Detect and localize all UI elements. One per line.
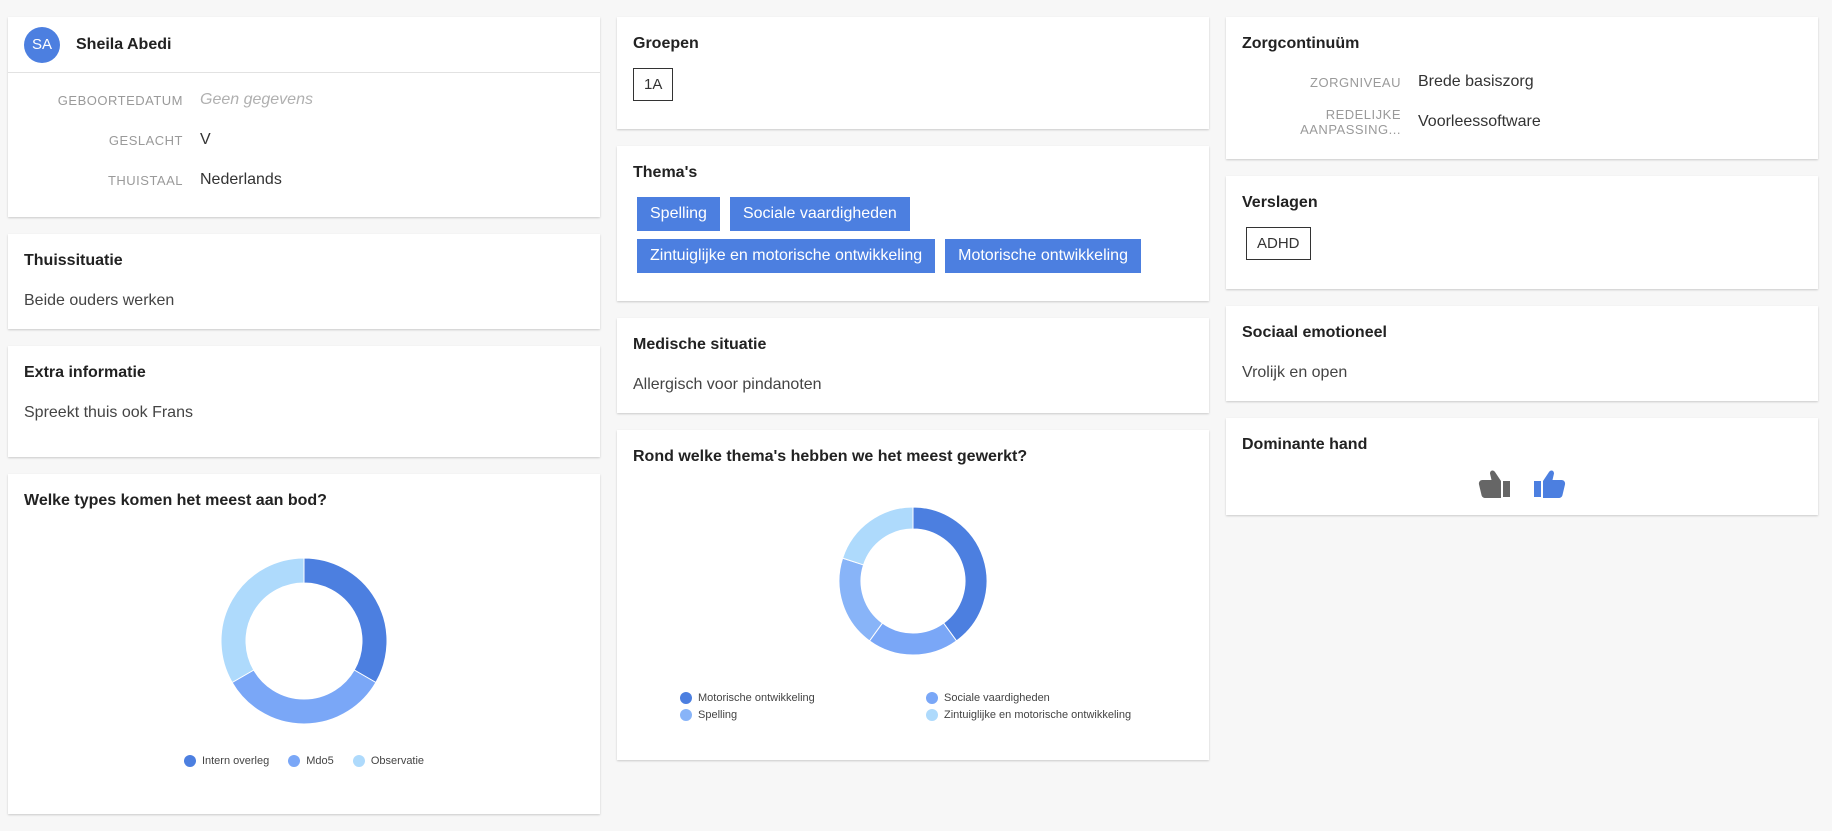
field-thuistaal: THUISTAAL Nederlands bbox=[8, 160, 600, 200]
legend-label: Motorische ontwikkeling bbox=[698, 692, 815, 704]
thuissituatie-card: Thuissituatie Beide ouders werken bbox=[8, 234, 600, 329]
legend-item: Mdo5 bbox=[288, 755, 334, 767]
legend-dot bbox=[352, 755, 365, 767]
card-title: Medische situatie bbox=[633, 336, 767, 353]
legend-item: Motorische ontwikkeling bbox=[680, 692, 926, 704]
legend-item: Sociale vaardigheden bbox=[926, 692, 1166, 704]
avatar: SA bbox=[24, 26, 60, 63]
card-title: Zorgcontinuüm bbox=[1242, 35, 1360, 52]
field-label: GEBOORTEDATUM bbox=[57, 92, 183, 108]
legend-dot bbox=[680, 692, 692, 704]
donut-slice-zintuiglijke-en-motorische-ontwikkeling[interactable] bbox=[841, 506, 914, 566]
card-text: Vrolijk en open bbox=[1242, 364, 1348, 381]
types-chart-card: Welke types komen het meest aan bod? Int… bbox=[8, 474, 600, 814]
field-redelijke-aanpassing: REDELIJKE AANPASSING... Voorleessoftware bbox=[1226, 102, 1818, 142]
card-text: Spreekt thuis ook Frans bbox=[24, 404, 193, 421]
field-label: THUISTAAL bbox=[107, 172, 183, 188]
group-tag[interactable]: 1A bbox=[633, 68, 674, 101]
profile-name: Sheila Abedi bbox=[76, 35, 172, 53]
groepen-card: Groepen 1A bbox=[617, 17, 1209, 129]
medische-situatie-card: Medische situatie Allergisch voor pindan… bbox=[617, 318, 1209, 413]
field-label: ZORGNIVEAU bbox=[1310, 74, 1401, 90]
field-label: GESLACHT bbox=[108, 132, 183, 148]
theme-tag[interactable]: Spelling bbox=[637, 197, 720, 231]
report-tag[interactable]: ADHD bbox=[1246, 227, 1311, 260]
legend-label: Spelling bbox=[698, 709, 738, 721]
donut-slice-mdo5[interactable] bbox=[231, 669, 377, 725]
legend-label: Zintuiglijke en motorische ontwikkeling bbox=[944, 709, 1132, 721]
card-title: Thuissituatie bbox=[24, 252, 123, 269]
verslagen-card: Verslagen ADHD bbox=[1226, 176, 1818, 289]
field-value: Brede basiszorg bbox=[1418, 73, 1534, 90]
legend-dot bbox=[288, 755, 301, 767]
legend-dot bbox=[680, 709, 692, 721]
theme-tag[interactable]: Zintuiglijke en motorische ontwikkeling bbox=[637, 239, 936, 273]
legend-item: Zintuiglijke en motorische ontwikkeling bbox=[926, 709, 1166, 721]
donut-slice-intern-overleg[interactable] bbox=[303, 557, 388, 684]
donut-slice-sociale-vaardigheden[interactable] bbox=[868, 622, 958, 656]
profile-header: SA Sheila Abedi bbox=[8, 17, 600, 73]
thumbs-up-right-icon[interactable] bbox=[1532, 467, 1568, 504]
chart-title: Rond welke thema's hebben we het meest g… bbox=[633, 448, 1028, 465]
card-text: Beide ouders werken bbox=[24, 292, 175, 309]
card-title: Thema's bbox=[633, 164, 698, 181]
card-title: Verslagen bbox=[1242, 194, 1318, 211]
thumbs-up-left-icon[interactable] bbox=[1476, 467, 1512, 504]
field-geslacht: GESLACHT V bbox=[8, 120, 600, 160]
column-left: SA Sheila Abedi GEBOORTEDATUM Geen gegev… bbox=[8, 17, 600, 831]
themas-card: Thema's Spelling Sociale vaardigheden Zin… bbox=[617, 146, 1209, 301]
theme-tag[interactable]: Sociale vaardigheden bbox=[729, 197, 910, 231]
legend-label: Sociale vaardigheden bbox=[944, 692, 1050, 704]
card-text: Allergisch voor pindanoten bbox=[633, 376, 822, 393]
field-zorgniveau: ZORGNIVEAU Brede basiszorg bbox=[1226, 62, 1818, 102]
card-title: Sociaal emotioneel bbox=[1242, 324, 1387, 341]
chart-title: Welke types komen het meest aan bod? bbox=[24, 492, 327, 509]
donut-slice-spelling[interactable] bbox=[838, 557, 884, 642]
legend-dot bbox=[183, 755, 196, 767]
theme-tag[interactable]: Motorische ontwikkeling bbox=[945, 239, 1141, 273]
legend-label: Observatie bbox=[370, 755, 425, 767]
column-middle: Groepen 1A Thema's Spelling Sociale vaard… bbox=[617, 17, 1209, 777]
types-donut-chart bbox=[220, 557, 388, 725]
themas-donut-chart bbox=[838, 506, 988, 656]
field-value: V bbox=[200, 131, 211, 148]
card-title: Groepen bbox=[633, 35, 699, 52]
legend-item: Intern overleg bbox=[183, 755, 270, 767]
legend-dot bbox=[926, 709, 938, 721]
field-geboortedatum: GEBOORTEDATUM Geen gegevens bbox=[8, 80, 600, 120]
legend-label: Intern overleg bbox=[201, 755, 270, 767]
donut-slice-motorische-ontwikkeling[interactable] bbox=[912, 506, 988, 642]
extra-informatie-card: Extra informatie Spreekt thuis ook Frans bbox=[8, 346, 600, 457]
card-title: Dominante hand bbox=[1242, 436, 1368, 453]
legend-item: Observatie bbox=[352, 755, 425, 767]
column-right: Zorgcontinuüm ZORGNIVEAU Brede basiszorg… bbox=[1226, 17, 1818, 532]
legend-dot bbox=[926, 692, 938, 704]
profile-card: SA Sheila Abedi GEBOORTEDATUM Geen gegev… bbox=[8, 17, 600, 217]
zorgcontinuum-card: Zorgcontinuüm ZORGNIVEAU Brede basiszorg… bbox=[1226, 17, 1818, 159]
themas-chart-card: Rond welke thema's hebben we het meest g… bbox=[617, 430, 1209, 760]
dominante-hand-card: Dominante hand bbox=[1226, 418, 1818, 515]
hand-selector bbox=[1242, 467, 1802, 504]
chart-legend: Motorische ontwikkeling Sociale vaardigh… bbox=[680, 692, 1166, 721]
chart-legend: Intern overleg Mdo5 Observatie bbox=[8, 755, 600, 770]
field-label: REDELIJKE AANPASSING... bbox=[1300, 107, 1401, 137]
legend-item: Spelling bbox=[680, 709, 926, 721]
legend-label: Mdo5 bbox=[306, 755, 334, 767]
field-value: Nederlands bbox=[200, 171, 282, 188]
field-value: Voorleessoftware bbox=[1418, 113, 1541, 130]
field-value: Geen gegevens bbox=[200, 91, 313, 108]
sociaal-emotioneel-card: Sociaal emotioneel Vrolijk en open bbox=[1226, 306, 1818, 401]
donut-slice-observatie[interactable] bbox=[220, 557, 305, 684]
card-title: Extra informatie bbox=[24, 364, 146, 381]
